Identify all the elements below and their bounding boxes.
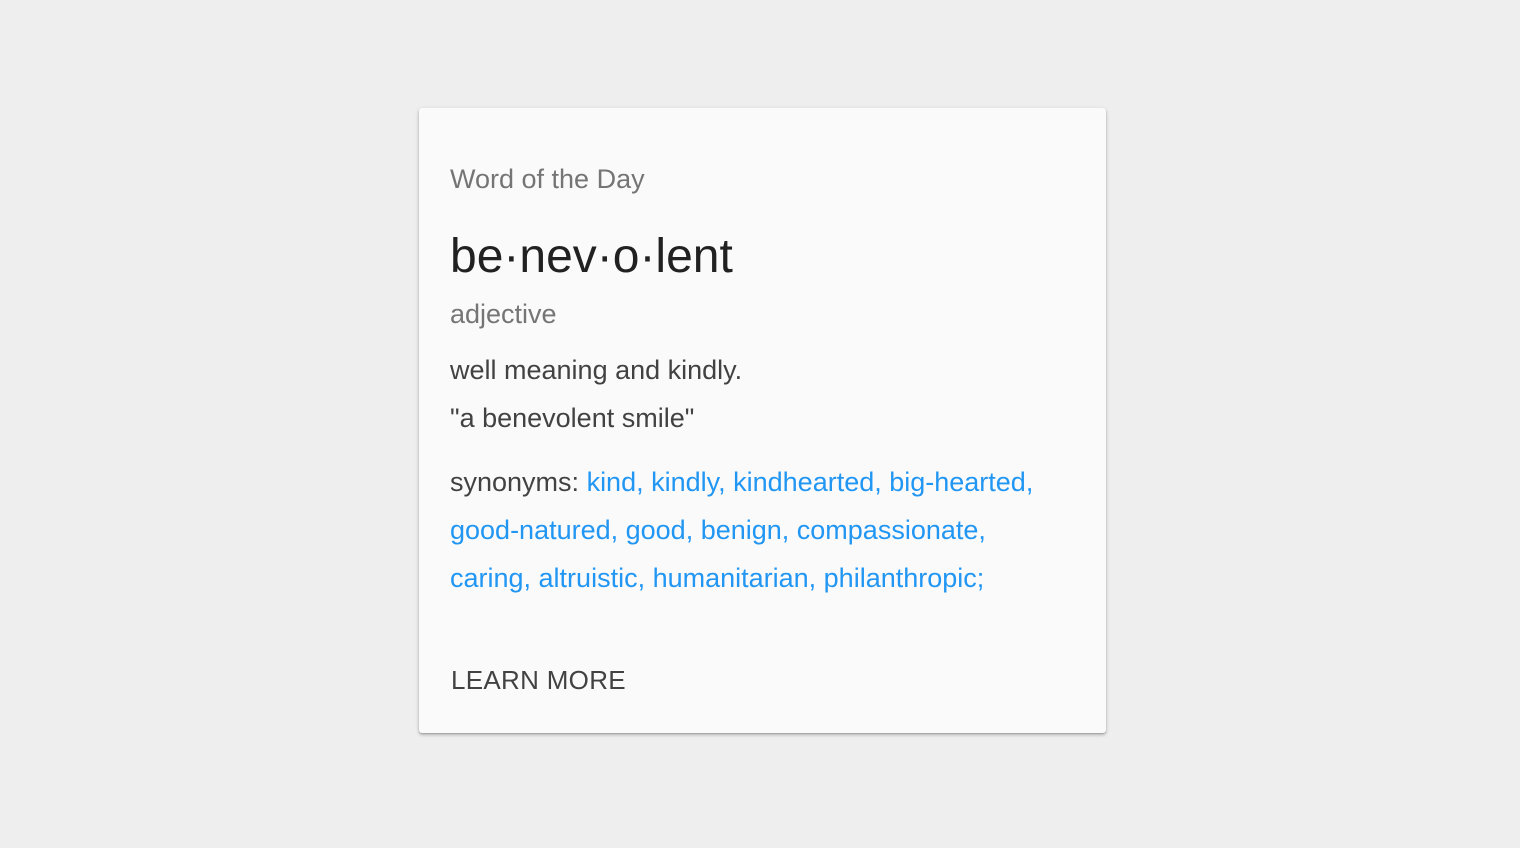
synonyms-line-1: synonyms: kind, kindly, kindhearted, big… bbox=[450, 458, 1080, 506]
word-of-the-day-card: Word of the Day be·nev·o·lent adjective … bbox=[419, 108, 1106, 733]
synonyms-block: synonyms: kind, kindly, kindhearted, big… bbox=[450, 458, 1080, 602]
synonyms-line-2: good-natured, good, benign, compassionat… bbox=[450, 506, 1080, 554]
synonyms-link-line-3[interactable]: caring, altruistic, humanitarian, philan… bbox=[450, 563, 984, 593]
part-of-speech: adjective bbox=[450, 299, 557, 329]
learn-more-button[interactable]: LEARN MORE bbox=[439, 660, 638, 700]
word-title: be·nev·o·lent bbox=[450, 230, 733, 283]
synonyms-link-line-2[interactable]: good-natured, good, benign, compassionat… bbox=[450, 515, 986, 545]
card-overline: Word of the Day bbox=[450, 164, 645, 194]
synonyms-label: synonyms: bbox=[450, 467, 580, 497]
synonyms-line-3: caring, altruistic, humanitarian, philan… bbox=[450, 554, 1080, 602]
synonyms-link-line-1[interactable]: kind, kindly, kindhearted, big-hearted, bbox=[587, 467, 1034, 497]
example-text: "a benevolent smile" bbox=[450, 403, 695, 433]
definition-text: well meaning and kindly. bbox=[450, 355, 743, 385]
